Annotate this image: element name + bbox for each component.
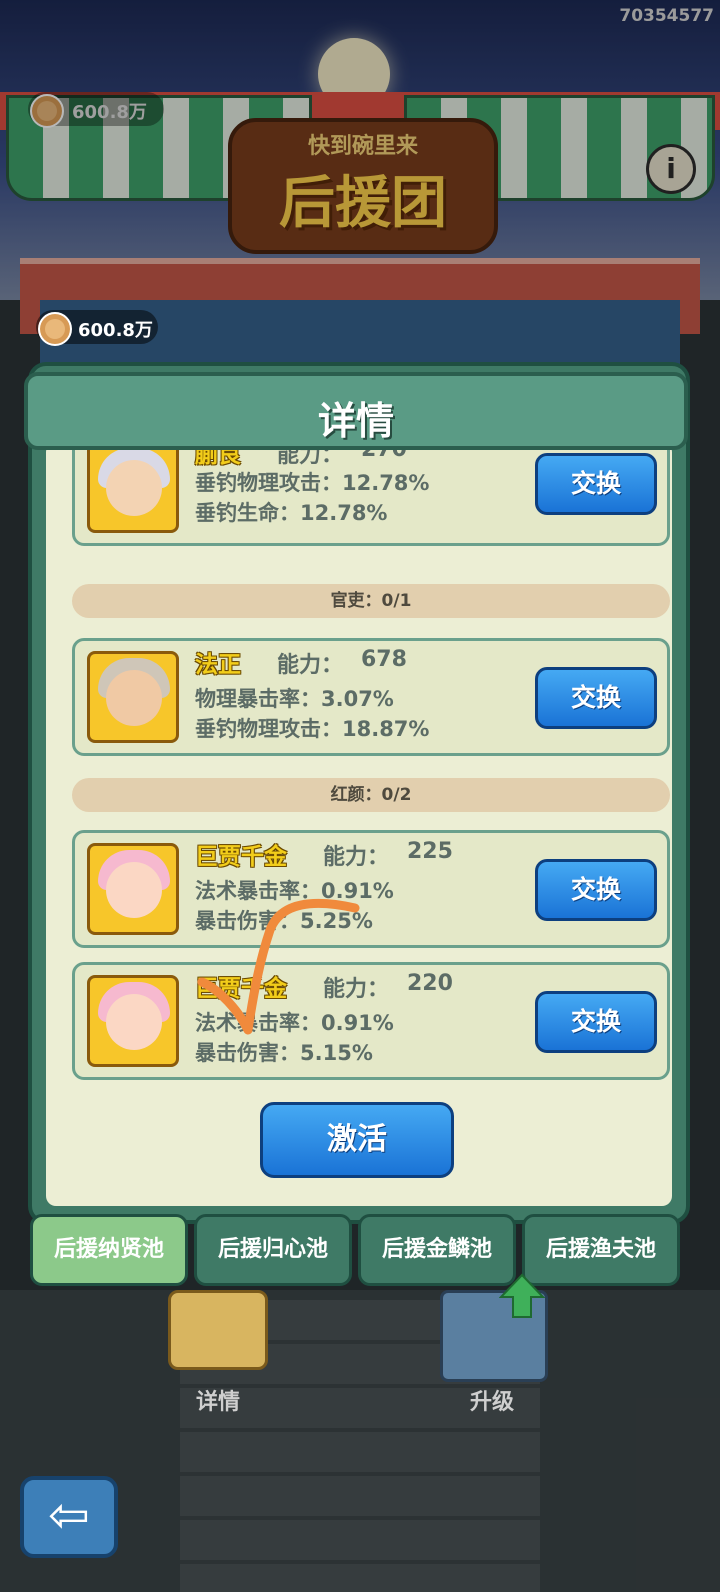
activate-button[interactable]: 激活 xyxy=(260,1102,454,1178)
list-item: 法正 能力： 678 物理暴击率：3.07% 垂钓物理攻击：18.87% 交换 xyxy=(72,638,670,756)
face xyxy=(106,670,162,726)
face xyxy=(106,994,162,1050)
upgrade-label[interactable]: 升级 xyxy=(470,1384,514,1416)
stat-line: 垂钓物理攻击：12.78% xyxy=(195,471,430,495)
up-arrow-icon xyxy=(499,1273,545,1318)
building-upgrade-icon[interactable] xyxy=(440,1273,548,1382)
power-label: 能力： xyxy=(277,653,344,678)
panel-title-bar: 详情 xyxy=(24,372,688,450)
hero-name: 巨贾千金 xyxy=(195,844,287,870)
group-header-beauties: 红颜：0/2 xyxy=(72,778,670,812)
hero-portrait xyxy=(87,843,179,935)
power-value: 220 xyxy=(407,971,453,996)
scroll-icon[interactable] xyxy=(168,1290,268,1370)
stat-line: 垂钓物理攻击：18.87% xyxy=(195,717,430,741)
panel-content: 蒯良 能力： 270 垂钓物理攻击：12.78% 垂钓生命：12.78% 交换 … xyxy=(46,442,672,1206)
tab-recruit-pool[interactable]: 后援纳贤池 xyxy=(30,1214,188,1286)
swap-button[interactable]: 交换 xyxy=(535,453,657,515)
swap-button[interactable]: 交换 xyxy=(535,859,657,921)
stat-line: 物理暴击率：3.07% xyxy=(195,687,394,711)
hero-portrait xyxy=(87,651,179,743)
scribble-annotation xyxy=(197,898,360,1035)
hero-name: 法正 xyxy=(195,652,241,678)
list-item: 巨贾千金 能力： 225 法术暴击率：0.91% 暴击伤害：5.25% 交换 xyxy=(72,830,670,948)
hero-portrait xyxy=(87,442,179,533)
swap-button[interactable]: 交换 xyxy=(535,991,657,1053)
coin-icon xyxy=(38,312,72,346)
power-label: 能力： xyxy=(323,845,390,870)
details-label[interactable]: 详情 xyxy=(196,1384,240,1416)
panel-title: 详情 xyxy=(317,399,394,443)
hero-portrait xyxy=(87,975,179,1067)
details-panel: 蒯良 能力： 270 垂钓物理攻击：12.78% 垂钓生命：12.78% 交换 … xyxy=(28,362,690,1224)
back-arrow-icon[interactable]: ⇦ xyxy=(20,1476,118,1558)
stat-line: 垂钓生命：12.78% xyxy=(195,501,388,525)
coin-amount: 600.8万 xyxy=(78,320,153,341)
group-header-officials: 官吏：0/1 xyxy=(72,584,670,618)
coin-balance: 600.8万 xyxy=(36,310,158,346)
power-value: 678 xyxy=(361,647,407,672)
tab-golden-scale-pool[interactable]: 后援金鳞池 xyxy=(358,1214,516,1286)
power-value: 225 xyxy=(407,839,453,864)
face xyxy=(106,862,162,918)
list-item: 巨贾千金 能力： 220 法术暴击率：0.91% 暴击伤害：5.15% 交换 xyxy=(72,962,670,1080)
tab-loyalty-pool[interactable]: 后援归心池 xyxy=(194,1214,352,1286)
list-item: 蒯良 能力： 270 垂钓物理攻击：12.78% 垂钓生命：12.78% 交换 xyxy=(72,442,670,546)
swap-button[interactable]: 交换 xyxy=(535,667,657,729)
tab-fisherman-pool[interactable]: 后援渔夫池 xyxy=(522,1214,680,1286)
face xyxy=(106,460,162,516)
